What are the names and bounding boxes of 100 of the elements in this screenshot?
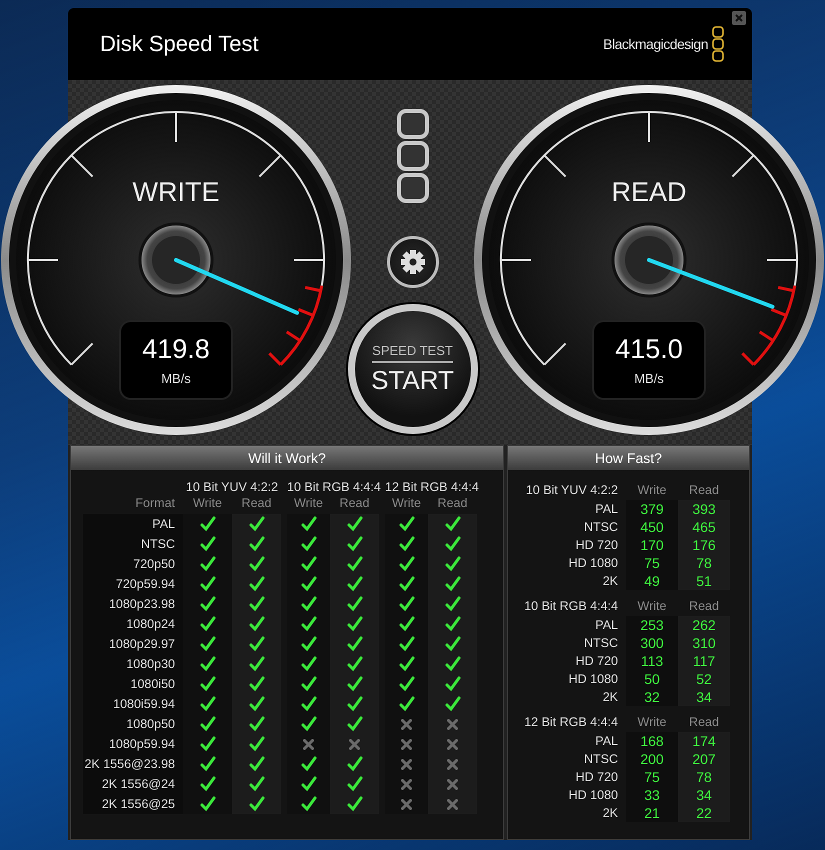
- check-icon: [398, 536, 414, 552]
- check-icon: [444, 656, 460, 672]
- check-icon: [200, 656, 216, 672]
- column-header: Read: [688, 598, 720, 615]
- check-icon: [300, 696, 316, 712]
- close-button[interactable]: [732, 11, 746, 25]
- format-label: HD 1080: [568, 787, 619, 804]
- check-icon: [200, 796, 216, 812]
- column-header: Read: [436, 496, 468, 512]
- check-icon: [346, 516, 362, 532]
- check-icon: [200, 676, 216, 692]
- speed-unit: MB/s: [161, 371, 191, 386]
- format-label: PAL: [594, 501, 619, 518]
- format-label: 2K 1556@25: [83, 794, 183, 814]
- check-icon: [248, 516, 264, 532]
- group-label: 12 Bit RGB 4:4:4: [523, 714, 619, 731]
- cross-icon: [401, 758, 412, 770]
- format-label: NTSC: [83, 534, 183, 554]
- cross-icon: [401, 738, 412, 750]
- format-label: 2K: [602, 573, 619, 590]
- speed-cell: 117: [678, 652, 730, 670]
- column-header: Format: [134, 496, 176, 512]
- speed-cell: 78: [678, 554, 730, 572]
- close-icon: [735, 14, 743, 22]
- speed-cell: 450: [626, 518, 678, 536]
- group-label: 10 Bit YUV 4:2:2: [524, 482, 619, 499]
- column-header: Write: [636, 482, 668, 499]
- format-label: HD 720: [574, 653, 619, 670]
- format-label: 720p59.94: [83, 574, 183, 594]
- check-icon: [200, 576, 216, 592]
- format-label: HD 1080: [568, 671, 619, 688]
- check-icon: [248, 656, 264, 672]
- format-label: HD 720: [574, 537, 619, 554]
- panel-header: Will it Work?: [71, 446, 503, 470]
- check-icon: [346, 796, 362, 812]
- check-icon: [346, 776, 362, 792]
- cross-icon: [401, 798, 412, 810]
- check-icon: [346, 756, 362, 772]
- format-label: HD 1080: [568, 555, 619, 572]
- brand-name: Blackmagicdesign: [603, 36, 708, 52]
- format-label: HD 720: [574, 769, 619, 786]
- format-label: 1080p50: [83, 714, 183, 734]
- cross-icon: [303, 738, 314, 750]
- cross-icon: [447, 718, 458, 730]
- check-icon: [444, 516, 460, 532]
- check-icon: [200, 716, 216, 732]
- speed-cell: 176: [678, 536, 730, 554]
- format-label: 2K: [602, 805, 619, 822]
- speed-cell: 393: [678, 500, 730, 518]
- cross-icon: [447, 778, 458, 790]
- logo-icon: [712, 26, 724, 62]
- speed-cell: 170: [626, 536, 678, 554]
- format-label: PAL: [83, 514, 183, 534]
- format-label: NTSC: [582, 751, 619, 768]
- format-label: NTSC: [582, 635, 619, 652]
- check-icon: [398, 616, 414, 632]
- check-icon: [444, 576, 460, 592]
- check-icon: [200, 536, 216, 552]
- check-icon: [248, 756, 264, 772]
- check-icon: [248, 616, 264, 632]
- speed-cell: 75: [626, 554, 678, 572]
- speed-unit: MB/s: [634, 371, 664, 386]
- check-icon: [398, 656, 414, 672]
- check-icon: [200, 556, 216, 572]
- check-icon: [248, 796, 264, 812]
- check-icon: [248, 576, 264, 592]
- column-header: Read: [688, 714, 720, 731]
- check-icon: [300, 796, 316, 812]
- speed-cell: 113: [626, 652, 678, 670]
- settings-icon: [400, 249, 426, 275]
- check-icon: [444, 616, 460, 632]
- column-header: Write: [636, 598, 668, 615]
- group-label: 10 Bit RGB 4:4:4: [523, 598, 619, 615]
- check-icon: [248, 596, 264, 612]
- column-group-header: 10 Bit RGB 4:4:4: [287, 480, 379, 496]
- speed-cell: 207: [678, 750, 730, 768]
- check-icon: [444, 596, 460, 612]
- format-label: 2K 1556@24: [83, 774, 183, 794]
- format-label: PAL: [594, 617, 619, 634]
- speed-cell: 50: [626, 670, 678, 688]
- speed-cell: 465: [678, 518, 730, 536]
- speed-cell: 21: [626, 804, 678, 822]
- cross-icon: [401, 718, 412, 730]
- check-icon: [346, 616, 362, 632]
- format-label: 720p50: [83, 554, 183, 574]
- check-icon: [444, 696, 460, 712]
- cross-icon: [349, 738, 360, 750]
- check-icon: [346, 596, 362, 612]
- check-icon: [200, 776, 216, 792]
- panel-header: How Fast?: [508, 446, 749, 470]
- cross-icon: [401, 778, 412, 790]
- logo-icon: [396, 108, 430, 204]
- format-label: 1080p59.94: [83, 734, 183, 754]
- column-header: Read: [338, 496, 370, 512]
- check-icon: [346, 536, 362, 552]
- speed-cell: 310: [678, 634, 730, 652]
- check-icon: [346, 636, 362, 652]
- format-label: 1080p30: [83, 654, 183, 674]
- check-icon: [248, 776, 264, 792]
- column-header: Read: [240, 496, 272, 512]
